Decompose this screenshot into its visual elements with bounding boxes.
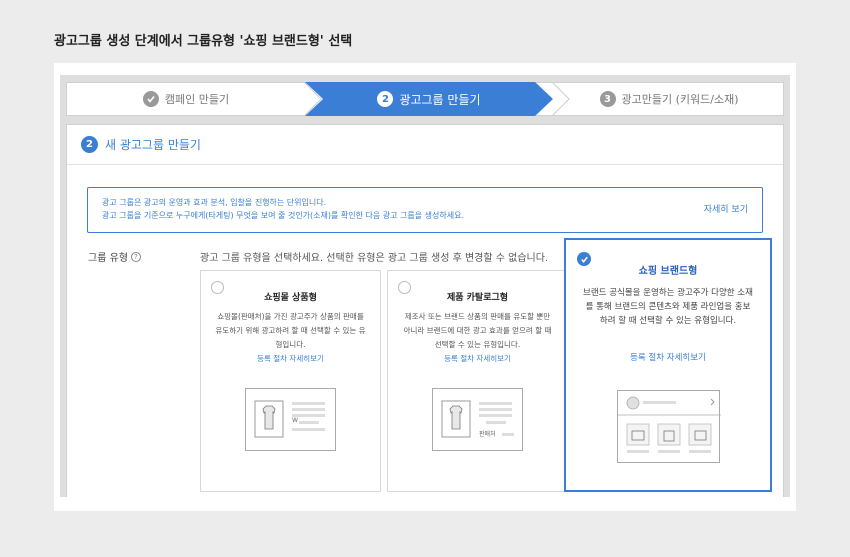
step-label: 캠페인 만들기 <box>164 93 230 106</box>
group-type-label: 그룹 유형 ? <box>88 249 141 264</box>
brand-illustration <box>617 390 721 463</box>
stepper: 캠페인 만들기 2 광고그룹 만들기 3 광고만들기 (키워드/소재) <box>66 82 784 116</box>
group-type-label-text: 그룹 유형 <box>88 253 128 264</box>
step-number: 3 <box>599 91 616 107</box>
step-adgroup[interactable]: 2 광고그룹 만들기 <box>305 83 553 115</box>
bag-icon <box>618 396 721 453</box>
card-title: 쇼핑 브랜드형 <box>638 266 698 277</box>
info-box: 광고 그룹은 광고의 운영과 효과 분석, 입찰을 진행하는 단위입니다. 광고… <box>87 187 763 233</box>
panel-title: 새 광고그룹 만들기 <box>105 138 201 152</box>
help-icon[interactable]: ? <box>130 251 141 262</box>
card-title: 쇼핑몰 상품형 <box>264 293 317 303</box>
adgroup-panel: 2 새 광고그룹 만들기 광고 그룹은 광고의 운영과 효과 분석, 입찰을 진… <box>66 124 784 497</box>
info-line: 광고 그룹을 기준으로 누구에게(타게팅) 무엇을 보여 줄 것인가(소재)를 … <box>102 211 465 220</box>
panel-header: 2 새 광고그룹 만들기 <box>67 125 783 165</box>
price-symbol: W <box>292 417 298 424</box>
group-type-description: 광고 그룹 유형을 선택하세요. 선택한 유형은 광고 그룹 생성 후 변경할 … <box>200 253 549 264</box>
seller-label: 판매처 <box>479 431 496 438</box>
app-area: 캠페인 만들기 2 광고그룹 만들기 3 광고만들기 (키워드/소재) 2 새 … <box>60 75 790 497</box>
product-illustration: 판매처 <box>432 388 523 451</box>
shirt-icon <box>441 400 514 438</box>
check-circle-icon <box>142 91 159 107</box>
card-title: 제품 카탈로그형 <box>446 293 509 303</box>
card-link[interactable]: 등록 절차 자세히보기 <box>566 351 770 363</box>
card-product-catalog[interactable]: 제품 카탈로그형 제조사 또는 브랜드 상품의 판매를 유도할 뿐만 아니라 브… <box>387 270 568 492</box>
card-text: 제조사 또는 브랜드 상품의 판매를 유도할 뿐만 아니라 브랜드에 대한 광고… <box>403 312 552 349</box>
page-title: 광고그룹 생성 단계에서 그룹유형 '쇼핑 브랜드형' 선택 <box>54 34 353 49</box>
product-illustration: W <box>245 388 336 451</box>
card-link[interactable]: 등록 절차 자세히보기 <box>388 353 567 364</box>
step-label: 광고만들기 (키워드/소재) <box>621 93 739 106</box>
card-shopping-mall[interactable]: 쇼핑몰 상품형 쇼핑몰(판매처)을 가진 광고주가 상품의 판매를 유도하기 위… <box>200 270 381 492</box>
step-number: 2 <box>377 91 394 107</box>
screenshot-frame: 캠페인 만들기 2 광고그룹 만들기 3 광고만들기 (키워드/소재) 2 새 … <box>54 63 796 511</box>
step-campaign[interactable]: 캠페인 만들기 <box>67 83 305 115</box>
step-label: 광고그룹 만들기 <box>399 92 481 107</box>
step-ad[interactable]: 3 광고만들기 (키워드/소재) <box>553 83 785 115</box>
panel-step-number: 2 <box>81 136 98 153</box>
info-line: 광고 그룹은 광고의 운영과 효과 분석, 입찰을 진행하는 단위입니다. <box>102 198 327 207</box>
info-more-link[interactable]: 자세히 보기 <box>704 204 748 217</box>
card-text: 브랜드 공식몰을 운영하는 광고주가 다양한 소재를 통해 브랜드의 콘텐츠와 … <box>583 288 753 326</box>
card-text: 쇼핑몰(판매처)을 가진 광고주가 상품의 판매를 유도하기 위해 광고하려 할… <box>215 312 366 349</box>
card-link[interactable]: 등록 절차 자세히보기 <box>201 353 380 364</box>
card-shopping-brand[interactable]: 쇼핑 브랜드형 브랜드 공식몰을 운영하는 광고주가 다양한 소재를 통해 브랜… <box>564 238 772 492</box>
